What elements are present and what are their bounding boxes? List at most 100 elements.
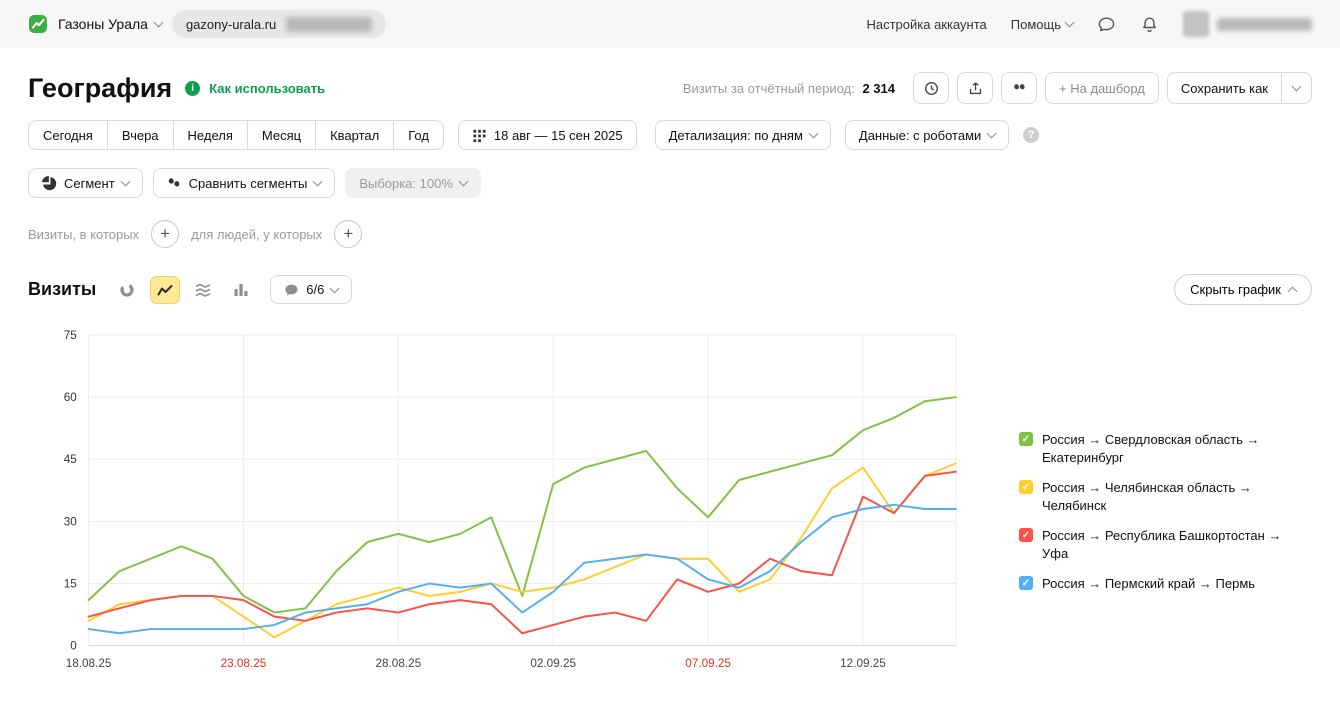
comments-button[interactable]: 6/6 bbox=[270, 275, 352, 304]
info-icon bbox=[185, 81, 200, 96]
legend-label: Россия → Пермский край → Пермь bbox=[1042, 575, 1255, 593]
page-title: География bbox=[28, 73, 172, 104]
svg-text:23.08.25: 23.08.25 bbox=[221, 657, 267, 670]
tab-yesterday[interactable]: Вчера bbox=[108, 120, 174, 150]
chevron-down-icon bbox=[154, 18, 164, 28]
chart-type-bars-button[interactable] bbox=[226, 276, 256, 304]
svg-text:60: 60 bbox=[64, 391, 78, 404]
hide-chart-label: Скрыть график bbox=[1190, 282, 1281, 297]
calendar-grid-icon bbox=[472, 128, 487, 143]
svg-text:30: 30 bbox=[64, 515, 78, 528]
metrica-logo-icon[interactable] bbox=[28, 14, 48, 34]
chevron-down-icon bbox=[330, 283, 340, 293]
svg-text:75: 75 bbox=[64, 329, 78, 342]
save-as-button[interactable]: Сохранить как bbox=[1167, 72, 1282, 104]
chart-type-area-button[interactable] bbox=[188, 276, 218, 304]
comment-bubble-icon bbox=[284, 283, 299, 297]
data-mode-dropdown[interactable]: Данные: с роботами bbox=[845, 120, 1009, 150]
sampling-dropdown[interactable]: Выборка: 100% bbox=[345, 168, 481, 198]
chevron-down-icon bbox=[458, 177, 468, 187]
export-button[interactable] bbox=[957, 72, 993, 104]
account-settings-link[interactable]: Настройка аккаунта bbox=[866, 17, 986, 32]
chat-icon[interactable] bbox=[1097, 15, 1116, 34]
chevron-down-icon bbox=[1292, 82, 1302, 92]
legend-checkbox[interactable] bbox=[1019, 576, 1033, 590]
period-row: Сегодня Вчера Неделя Месяц Квартал Год 1… bbox=[28, 120, 1312, 150]
tab-today[interactable]: Сегодня bbox=[28, 120, 108, 150]
counter-switcher[interactable]: Газоны Урала bbox=[58, 16, 162, 32]
chart-type-line-button[interactable] bbox=[150, 276, 180, 304]
detalization-dropdown[interactable]: Детализация: по дням bbox=[655, 120, 831, 150]
svg-text:12.09.25: 12.09.25 bbox=[840, 657, 886, 670]
date-range-button[interactable]: 18 авг — 15 сен 2025 bbox=[458, 120, 637, 150]
add-people-condition-button[interactable] bbox=[334, 220, 362, 248]
compare-segments-dropdown[interactable]: Сравнить сегменты bbox=[153, 168, 336, 198]
visits-chart[interactable]: 0153045607518.08.2523.08.2528.08.2502.09… bbox=[28, 319, 995, 691]
help-label: Помощь bbox=[1011, 17, 1061, 32]
legend-item-chelyabinsk[interactable]: Россия → Челябинская область → Челябинск bbox=[1019, 479, 1312, 514]
report-header: География Как использовать Визиты за отч… bbox=[28, 72, 1312, 104]
tab-month[interactable]: Месяц bbox=[248, 120, 316, 150]
legend-label: Россия → Свердловская область → Екатерин… bbox=[1042, 431, 1297, 466]
pie-icon bbox=[42, 176, 57, 191]
account-settings-label: Настройка аккаунта bbox=[866, 17, 986, 32]
date-range-label: 18 авг — 15 сен 2025 bbox=[494, 128, 623, 143]
clock-icon bbox=[923, 80, 940, 97]
columns-icon bbox=[233, 282, 249, 297]
site-domain: gazony-urala.ru bbox=[186, 17, 276, 32]
chevron-down-icon bbox=[1065, 18, 1075, 28]
visits-total: Визиты за отчётный период: 2 314 bbox=[683, 81, 895, 96]
hide-chart-button[interactable]: Скрыть график bbox=[1174, 274, 1312, 305]
legend-checkbox[interactable] bbox=[1019, 480, 1033, 494]
chevron-down-icon bbox=[987, 129, 997, 139]
tab-quarter[interactable]: Квартал bbox=[316, 120, 394, 150]
visits-title: Визиты bbox=[28, 279, 96, 300]
segment-label: Сегмент bbox=[64, 176, 115, 191]
chevron-down-icon bbox=[808, 129, 818, 139]
detalization-label: Детализация: по дням bbox=[669, 128, 803, 143]
svg-text:45: 45 bbox=[64, 453, 78, 466]
legend-checkbox[interactable] bbox=[1019, 528, 1033, 542]
chevron-down-icon bbox=[120, 177, 130, 187]
chart-type-pie-button[interactable] bbox=[112, 276, 142, 304]
segment-builder: Визиты, в которых для людей, у которых bbox=[28, 220, 1312, 248]
visits-total-value: 2 314 bbox=[862, 81, 895, 96]
chart-legend: Россия → Свердловская область → Екатерин… bbox=[1019, 319, 1312, 691]
help-menu[interactable]: Помощь bbox=[1011, 17, 1073, 32]
save-as-group: Сохранить как bbox=[1167, 72, 1312, 104]
compare-segments-label: Сравнить сегменты bbox=[189, 176, 308, 191]
report-schedule-button[interactable] bbox=[913, 72, 949, 104]
drops-icon bbox=[1011, 80, 1028, 97]
legend-label: Россия → Республика Башкортостан → Уфа bbox=[1042, 527, 1297, 562]
legend-item-ekaterinburg[interactable]: Россия → Свердловская область → Екатерин… bbox=[1019, 431, 1312, 466]
legend-checkbox[interactable] bbox=[1019, 432, 1033, 446]
save-as-menu-button[interactable] bbox=[1282, 72, 1312, 104]
sampling-label: Выборка: 100% bbox=[359, 176, 453, 191]
how-to-use-link[interactable]: Как использовать bbox=[209, 81, 325, 96]
line-chart-icon bbox=[157, 283, 173, 297]
svg-text:0: 0 bbox=[70, 640, 77, 653]
add-visit-condition-button[interactable] bbox=[151, 220, 179, 248]
segment-dropdown[interactable]: Сегмент bbox=[28, 168, 143, 198]
counter-pill[interactable]: gazony-urala.ru bbox=[172, 10, 386, 38]
user-menu[interactable] bbox=[1183, 11, 1312, 37]
svg-text:18.08.25: 18.08.25 bbox=[66, 657, 112, 670]
legend-item-perm[interactable]: Россия → Пермский край → Пермь bbox=[1019, 575, 1312, 593]
add-to-dashboard-button[interactable]: + На дашборд bbox=[1045, 72, 1159, 104]
chevron-up-icon bbox=[1288, 286, 1298, 296]
bell-icon[interactable] bbox=[1140, 15, 1159, 34]
counter-name: Газоны Урала bbox=[58, 16, 148, 32]
tab-year[interactable]: Год bbox=[394, 120, 444, 150]
help-question-icon[interactable] bbox=[1023, 127, 1039, 143]
topbar-right: Настройка аккаунта Помощь bbox=[866, 11, 1312, 37]
period-tabs: Сегодня Вчера Неделя Месяц Квартал Год bbox=[28, 120, 444, 150]
tab-week[interactable]: Неделя bbox=[174, 120, 248, 150]
chevron-down-icon bbox=[313, 177, 323, 187]
legend-item-ufa[interactable]: Россия → Республика Башкортостан → Уфа bbox=[1019, 527, 1312, 562]
legend-label: Россия → Челябинская область → Челябинск bbox=[1042, 479, 1297, 514]
svg-text:15: 15 bbox=[64, 577, 78, 590]
svg-text:07.09.25: 07.09.25 bbox=[685, 657, 731, 670]
drops-button[interactable] bbox=[1001, 72, 1037, 104]
chart-section: 0153045607518.08.2523.08.2528.08.2502.09… bbox=[28, 319, 1312, 691]
visits-row: Визиты 6/6 Скрыть график bbox=[28, 274, 1312, 305]
